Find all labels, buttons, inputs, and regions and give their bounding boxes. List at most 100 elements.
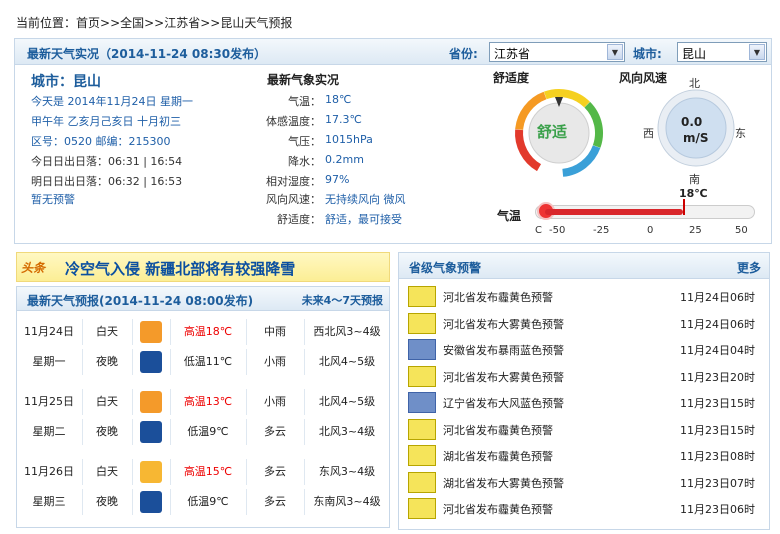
forecast-weekday: 星期三 <box>32 495 66 508</box>
forecast-period: 白天 <box>96 325 118 338</box>
province-value: 江苏省 <box>494 47 531 61</box>
warnings-more-link[interactable]: 更多 <box>737 259 761 276</box>
chevron-down-icon[interactable]: ▼ <box>749 44 765 60</box>
breadcrumb: 当前位置：首页>>全国>>江苏省>>昆山天气预报 <box>16 14 292 31</box>
warning-date: 11月23日08时 <box>680 450 755 463</box>
forecast-date: 11月26日 <box>24 465 74 478</box>
warning-row[interactable]: 湖北省发布大雾黄色预警 11月23日07时 <box>399 469 769 495</box>
forecast-weekday: 星期二 <box>32 425 66 438</box>
obs-label-comfort: 舒适度： <box>277 213 321 226</box>
current-weather-title: 最新天气实况（2014-11-24 08:30发布） <box>27 47 267 61</box>
forecast-title: 最新天气预报(2014-11-24 08:00发布) <box>27 294 254 308</box>
temp-tick: 0 <box>647 225 654 236</box>
moon-cloud-icon <box>140 421 162 443</box>
temp-unit: C <box>535 225 542 236</box>
warning-date: 11月24日06时 <box>680 317 755 331</box>
headline-tag: 头条 <box>21 261 46 275</box>
column-divider <box>170 459 171 485</box>
column-divider <box>170 419 171 445</box>
forecast-weekday: 星期一 <box>32 355 66 368</box>
column-divider <box>132 389 133 415</box>
night-rain-icon <box>140 351 162 373</box>
headline-text[interactable]: 冷空气入侵 新疆北部将有较强降雪 <box>65 258 295 279</box>
thermometer-marker <box>682 199 685 215</box>
forecast-period: 夜晚 <box>96 425 118 438</box>
forecast-temp: 高温13℃ <box>183 395 233 408</box>
obs-value-temp: 18℃ <box>325 93 352 106</box>
forecast-row: 11月25日 白天 高温13℃ 小雨 北风4~5级 <box>17 387 389 417</box>
column-divider <box>170 319 171 345</box>
haze-yellow-icon <box>408 498 436 519</box>
warning-row[interactable]: 安徽省发布暴雨蓝色预警 11月24日04时 <box>399 336 769 362</box>
warning-text[interactable]: 安徽省发布暴雨蓝色预警 <box>443 342 564 358</box>
warning-text[interactable]: 河北省发布霾黄色预警 <box>443 501 553 517</box>
moon-cloud-icon <box>140 491 162 513</box>
obs-value-feels: 17.3℃ <box>325 113 362 126</box>
warning-row[interactable]: 湖北省发布霾黄色预警 11月23日08时 <box>399 442 769 468</box>
wind-speed: 0.0 <box>681 115 703 129</box>
temp-tick: -50 <box>549 225 566 236</box>
warning-text[interactable]: 湖北省发布霾黄色预警 <box>443 448 553 464</box>
city-name: 城市：昆山 <box>31 74 101 90</box>
forecast-temp: 高温15℃ <box>183 465 233 478</box>
warning-date: 11月23日15时 <box>680 397 755 410</box>
column-divider <box>170 349 171 375</box>
forecast-weather: 小雨 <box>264 355 286 368</box>
warning-date: 11月24日04时 <box>680 344 755 357</box>
obs-value-pressure: 1015hPa <box>325 133 373 146</box>
haze-yellow-icon <box>408 445 436 466</box>
warning-row[interactable]: 河北省发布大雾黄色预警 11月23日20时 <box>399 363 769 389</box>
forecast-weather: 小雨 <box>264 395 286 408</box>
comfort-label: 舒适度 <box>493 71 530 85</box>
haze-yellow-icon <box>408 418 436 440</box>
column-divider <box>304 459 305 485</box>
city-select[interactable]: 昆山 ▼ <box>677 42 767 62</box>
thermometer-fill <box>545 209 683 215</box>
warning-text[interactable]: 河北省发布大雾黄色预警 <box>443 316 564 332</box>
rain-icon <box>140 321 162 343</box>
warning-text[interactable]: 河北省发布霾黄色预警 <box>443 289 553 305</box>
warning-row[interactable]: 河北省发布大雾黄色预警 11月24日06时 <box>399 310 769 336</box>
forecast-weather: 多云 <box>264 495 286 508</box>
warning-text[interactable]: 河北省发布大雾黄色预警 <box>443 369 564 385</box>
warning-date: 11月24日06时 <box>680 291 755 304</box>
warnings-title: 省级气象预警 <box>409 261 482 275</box>
forecast-temp: 低温11℃ <box>183 355 233 368</box>
warning-row[interactable]: 河北省发布霾黄色预警 11月23日06时 <box>399 495 769 521</box>
column-divider <box>246 489 247 515</box>
column-divider <box>170 489 171 515</box>
forecast-panel: 最新天气预报(2014-11-24 08:00发布) 未来4～7天预报 11月2… <box>16 286 390 528</box>
chevron-down-icon[interactable]: ▼ <box>607 44 623 60</box>
province-select[interactable]: 江苏省 ▼ <box>489 42 625 62</box>
warning-row[interactable]: 河北省发布霾黄色预警 11月24日06时 <box>399 283 769 309</box>
warning-date: 11月23日07时 <box>680 476 755 490</box>
warning-text[interactable]: 河北省发布霾黄色预警 <box>443 422 553 438</box>
forecast-wind: 北风3~4级 <box>318 425 376 438</box>
rain-icon <box>140 391 162 413</box>
forecast-period: 白天 <box>96 395 118 408</box>
forecast-date: 11月25日 <box>24 395 74 408</box>
warning-row[interactable]: 河北省发布霾黄色预警 11月23日15时 <box>399 416 769 442</box>
column-divider <box>82 419 83 445</box>
comfort-value: 舒适 <box>537 123 568 141</box>
area-code: 区号：0520 邮编：215300 <box>31 135 171 148</box>
fog-yellow-icon <box>408 471 436 493</box>
warning-date: 11月23日06时 <box>680 503 755 516</box>
breadcrumb-path[interactable]: 首页>>全国>>江苏省>>昆山天气预报 <box>76 16 292 30</box>
column-divider <box>304 349 305 375</box>
warning-text[interactable]: 湖北省发布大雾黄色预警 <box>443 475 564 491</box>
column-divider <box>132 319 133 345</box>
column-divider <box>246 349 247 375</box>
temp-tick: 50 <box>735 225 748 236</box>
no-warning-link[interactable]: 暂无预警 <box>31 191 75 207</box>
obs-value-precip: 0.2mm <box>325 153 364 166</box>
headline-banner[interactable]: 头条 冷空气入侵 新疆北部将有较强降雪 <box>16 252 390 282</box>
current-weather-panel: 最新天气实况（2014-11-24 08:30发布） 省份: 江苏省 ▼ 城市:… <box>14 38 772 244</box>
forecast-row: 星期二 夜晚 低温9℃ 多云 北风3~4级 <box>17 417 389 447</box>
warning-row[interactable]: 辽宁省发布大风蓝色预警 11月23日15时 <box>399 389 769 415</box>
forecast-more-link[interactable]: 未来4～7天预报 <box>302 292 383 308</box>
column-divider <box>132 419 133 445</box>
warning-text[interactable]: 辽宁省发布大风蓝色预警 <box>443 395 564 411</box>
column-divider <box>304 319 305 345</box>
warning-date: 11月23日15时 <box>680 423 755 437</box>
